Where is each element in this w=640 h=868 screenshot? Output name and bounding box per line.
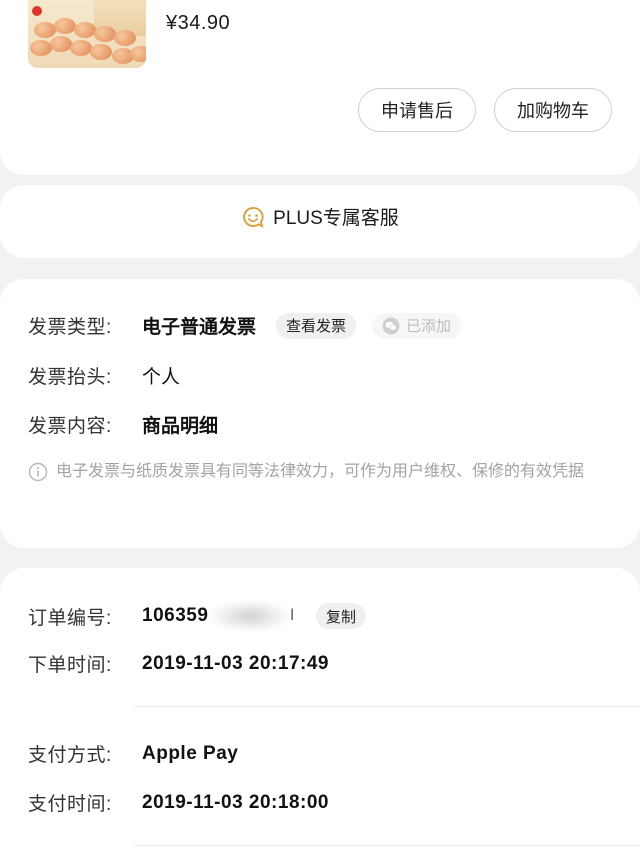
added-to-wechat-badge: 已添加: [372, 312, 462, 339]
redaction-blur: [210, 601, 291, 631]
product-card: ¥34.90 申请售后 加购物车: [0, 0, 640, 175]
plus-service-label: PLUS专属客服: [273, 208, 399, 229]
invoice-type-label: 发票类型:: [28, 317, 112, 338]
order-number-label: 订单编号:: [28, 607, 112, 629]
egg-image: [54, 18, 76, 34]
divider: [134, 706, 640, 707]
payment-method-value: Apple Pay: [142, 742, 239, 764]
brand-mark-icon: [32, 6, 42, 16]
egg-image: [130, 46, 146, 62]
order-number-value: 106359: [142, 605, 209, 626]
view-invoice-button[interactable]: 查看发票: [276, 312, 357, 339]
invoice-content-value: 商品明细: [142, 416, 219, 437]
order-number-tail: l: [290, 607, 294, 624]
invoice-content-label: 发票内容:: [28, 416, 112, 437]
after-sale-button[interactable]: 申请售后: [358, 88, 476, 132]
product-price: ¥34.90: [166, 12, 231, 34]
plus-service-button[interactable]: PLUS专属客服: [0, 185, 640, 248]
payment-time-value: 2019-11-03 20:18:00: [142, 791, 329, 813]
copy-order-number-button[interactable]: 复制: [315, 603, 366, 629]
invoice-note-text: 电子发票与纸质发票具有同等法律效力，可作为用户维权、保修的有效凭据: [56, 463, 585, 480]
smile-chat-icon: [243, 206, 264, 228]
added-label: 已添加: [406, 318, 452, 335]
order-time-row: 下单时间: 2019-11-03 20:17:49: [28, 650, 329, 677]
egg-image: [30, 40, 52, 56]
order-info-card: 订单编号: 106359 l 复制 下单时间: 2019-11-03 20:17…: [0, 568, 640, 868]
order-time-value: 2019-11-03 20:17:49: [142, 652, 329, 674]
egg-image: [70, 40, 92, 56]
payment-time-label: 支付时间:: [28, 794, 112, 815]
wechat-icon: [382, 317, 400, 334]
egg-image: [34, 22, 56, 38]
add-to-cart-button[interactable]: 加购物车: [494, 88, 612, 132]
egg-image: [90, 44, 112, 60]
order-time-label: 下单时间:: [28, 655, 112, 676]
egg-image: [74, 22, 96, 38]
order-number-row: 订单编号: 106359 l 复制: [28, 601, 366, 631]
invoice-type-value: 电子普通发票: [142, 317, 257, 338]
product-thumbnail[interactable]: [28, 0, 146, 68]
egg-image: [50, 36, 72, 52]
payment-method-label: 支付方式:: [28, 745, 112, 766]
invoice-title-label: 发票抬头:: [28, 367, 112, 388]
invoice-title-row: 发票抬头: 个人: [28, 362, 180, 389]
payment-time-row: 支付时间: 2019-11-03 20:18:00: [28, 789, 329, 816]
invoice-note: 电子发票与纸质发票具有同等法律效力，可作为用户维权、保修的有效凭据: [28, 458, 612, 486]
divider: [134, 845, 640, 846]
invoice-type-row: 发票类型: 电子普通发票 查看发票 已添加: [28, 312, 462, 339]
payment-method-row: 支付方式: Apple Pay: [28, 740, 238, 767]
invoice-card: 发票类型: 电子普通发票 查看发票 已添加 发票抬头: 个人 发票内容: 商品明…: [0, 279, 640, 548]
egg-image: [114, 30, 136, 46]
invoice-title-value: 个人: [142, 367, 181, 388]
invoice-content-row: 发票内容: 商品明细: [28, 411, 218, 438]
plus-service-card: PLUS专属客服: [0, 185, 640, 258]
egg-image: [94, 26, 116, 42]
info-icon: [28, 462, 48, 482]
